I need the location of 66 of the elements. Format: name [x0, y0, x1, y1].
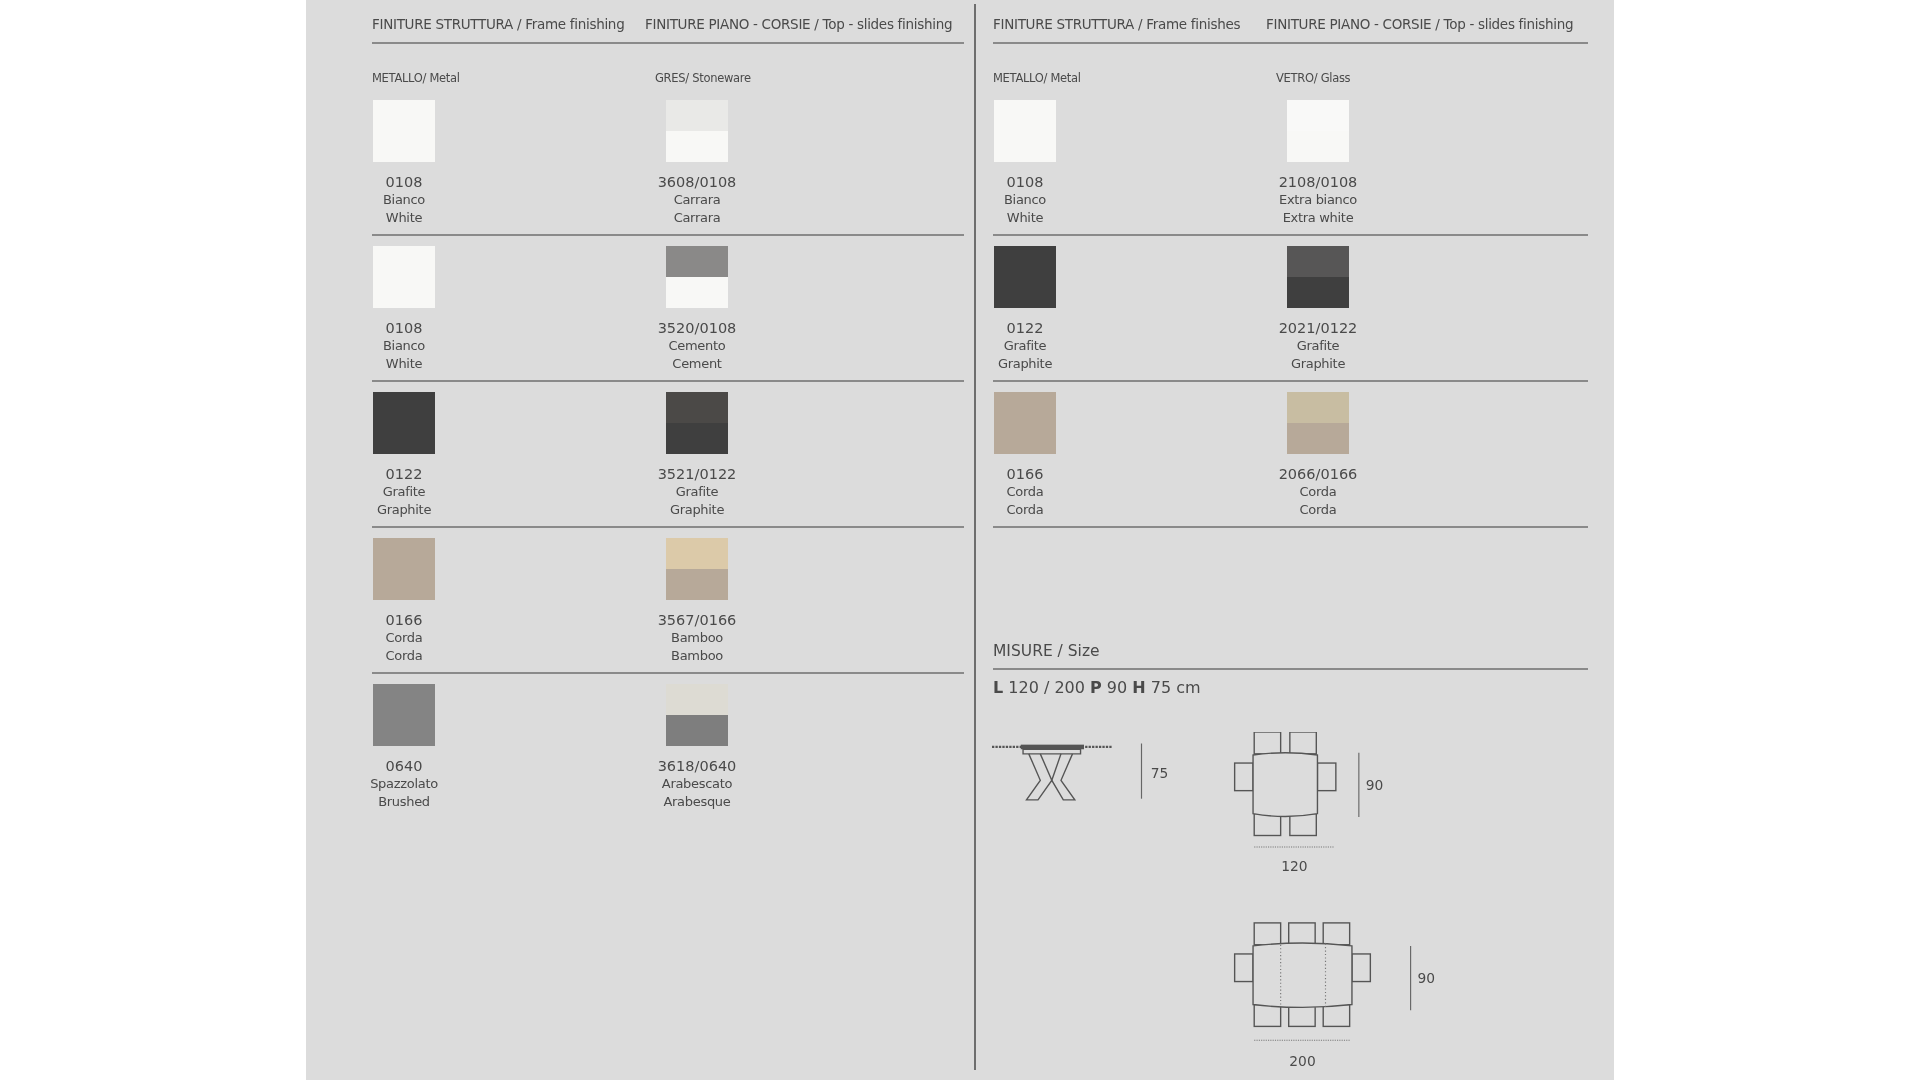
finish-name: Cement [672, 355, 722, 374]
finish-name: Extra bianco [1279, 191, 1357, 210]
finish-name: Grafite [1296, 337, 1340, 356]
finish-name: Grafite [382, 483, 426, 502]
finish-name: Grafite [675, 483, 719, 502]
finish-code: 3618/0640 [657, 757, 737, 776]
finish-name: Corda [1006, 501, 1044, 520]
category-label: METALLO/ Metal [993, 70, 1082, 88]
finish-code: 3567/0166 [657, 611, 737, 630]
finish-code: 2108/0108 [1278, 173, 1358, 192]
finish-name: Bamboo [671, 629, 723, 648]
finish-code: 0108 [385, 319, 423, 338]
finish-code: 0122 [385, 465, 423, 484]
finish-code: 2021/0122 [1278, 319, 1358, 338]
finish-name: Bianco [382, 191, 425, 210]
finish-name: Spazzolato [370, 775, 438, 794]
finish-code: 3521/0122 [657, 465, 737, 484]
dimension-label: 90 [1365, 776, 1384, 792]
finish-name: Grafite [1003, 337, 1047, 356]
category-label: METALLO/ Metal [372, 70, 461, 88]
finish-name: White [1006, 209, 1044, 228]
dimension-line [1140, 742, 1143, 799]
dimension-label: 90 [1417, 969, 1436, 986]
dimension-line [1410, 944, 1412, 1011]
finish-code: 0640 [385, 757, 423, 776]
finish-code: 0166 [385, 611, 423, 630]
finish-name: Arabesque [663, 793, 731, 812]
finish-name: White [385, 209, 423, 228]
finish-name: Bamboo [671, 647, 723, 666]
finish-code: 0108 [385, 173, 423, 192]
category-label: VETRO/ Glass [1276, 71, 1351, 86]
finish-name: Cemento [668, 337, 726, 356]
finish-name: Bianco [382, 337, 425, 356]
finish-name: Arabescato [661, 775, 733, 794]
size-heading: MISURE / Size [993, 642, 1100, 661]
finish-name: Corda [385, 629, 423, 648]
section-heading: FINITURE STRUTTURA / Frame finishes [993, 15, 1242, 34]
finish-name: Carrara [673, 191, 721, 210]
finish-code: 3520/0108 [657, 319, 737, 338]
dimension-label: 75 [1150, 764, 1169, 781]
dimension-line [1358, 751, 1360, 818]
finish-code: 0122 [1006, 319, 1044, 338]
finish-name: Graphite [997, 355, 1053, 374]
dimension-label: 120 [1281, 857, 1308, 874]
finish-name: Corda [1299, 501, 1337, 520]
finish-code: 0108 [1006, 173, 1044, 192]
finish-name: Corda [1006, 483, 1044, 502]
finish-name: Carrara [673, 209, 721, 228]
finish-name: White [385, 355, 423, 374]
finish-name: Bianco [1003, 191, 1046, 210]
finish-name: Extra white [1282, 209, 1354, 228]
finish-name: Corda [1299, 483, 1337, 502]
finish-name: Brushed [378, 793, 430, 812]
category-label: GRES/ Stoneware [655, 71, 751, 86]
section-heading: FINITURE STRUTTURA / Frame finishing [372, 15, 626, 34]
finish-name: Graphite [1290, 355, 1346, 374]
finish-name: Graphite [669, 501, 725, 520]
section-heading: FINITURE PIANO - CORSIE / Top - slides finishing [1266, 16, 1574, 32]
finish-code: 2066/0166 [1278, 465, 1358, 484]
finish-name: Graphite [376, 501, 432, 520]
dimensions-text: L 120 / 200 P 90 H 75 cm [993, 676, 1202, 699]
section-heading: FINITURE PIANO - CORSIE / Top - slides finishing [645, 16, 953, 32]
finish-name: Corda [385, 647, 423, 666]
dimension-label: 200 [1289, 1052, 1316, 1068]
finish-code: 0166 [1006, 465, 1044, 484]
finish-code: 3608/0108 [657, 173, 737, 192]
